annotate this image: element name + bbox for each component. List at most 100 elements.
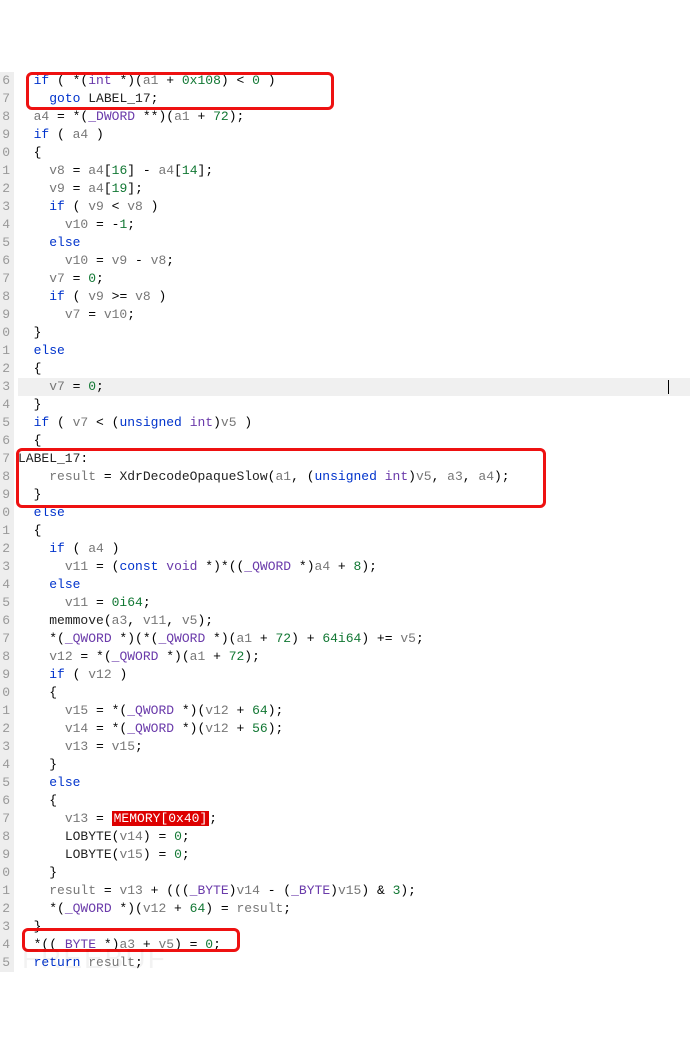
code-line[interactable]: v15 = *(_QWORD *)(v12 + 64); [18,702,690,720]
code-line[interactable]: if ( a4 ) [18,126,690,144]
code-line[interactable]: v7 = v10; [18,306,690,324]
code-line[interactable]: v10 = v9 - v8; [18,252,690,270]
token-p [18,289,49,304]
code-line[interactable]: a4 = *(_DWORD **)(a1 + 72); [18,108,690,126]
line-number: 5 [0,594,10,612]
code-line[interactable]: v11 = 0i64; [18,594,690,612]
token-p: ( [104,613,112,628]
code-line[interactable]: *(_QWORD *)(v12 + 64) = result; [18,900,690,918]
token-v: v11 [143,613,166,628]
line-number: 7 [0,810,10,828]
code-line[interactable]: else [18,504,690,522]
code-line[interactable]: LOBYTE(v14) = 0; [18,828,690,846]
code-line[interactable]: v12 = *(_QWORD *)(a1 + 72); [18,648,690,666]
code-line[interactable]: else [18,774,690,792]
code-line[interactable]: if ( v12 ) [18,666,690,684]
token-k: return [34,955,81,970]
token-v: a4 [73,127,89,142]
token-p [18,721,65,736]
code-line[interactable]: *((_BYTE *)a3 + v5) = 0; [18,936,690,954]
line-number: 8 [0,468,10,486]
line-number: 5 [0,414,10,432]
code-line[interactable]: LOBYTE(v15) = 0; [18,846,690,864]
token-k: if [34,127,50,142]
token-p: + [190,109,213,124]
token-p: ( *( [49,73,88,88]
code-line[interactable]: return result; [18,954,690,972]
token-p: + [252,631,275,646]
code-line[interactable]: { [18,684,690,702]
code-line[interactable]: } [18,918,690,936]
token-p: ) = [174,937,205,952]
line-number: 2 [0,180,10,198]
code-line[interactable]: v11 = (const void *)*((_QWORD *)a4 + 8); [18,558,690,576]
code-line[interactable]: result = XdrDecodeOpaqueSlow(a1, (unsign… [18,468,690,486]
token-p: *)*(( [197,559,244,574]
token-p: ) [151,289,167,304]
token-n: 16 [112,163,128,178]
code-line[interactable]: v13 = MEMORY[0x40]; [18,810,690,828]
token-p: [ [104,181,112,196]
token-p: ( [65,541,88,556]
token-k: else [49,577,80,592]
token-p [18,847,65,862]
code-line[interactable]: } [18,486,690,504]
code-line[interactable]: LABEL_17: [18,450,690,468]
token-p: ; [135,739,143,754]
code-line[interactable]: { [18,144,690,162]
token-p: *)( [205,631,236,646]
code-line[interactable]: } [18,396,690,414]
token-p [18,775,49,790]
code-line[interactable]: memmove(a3, v11, v5); [18,612,690,630]
code-line[interactable]: { [18,360,690,378]
line-number: 6 [0,612,10,630]
code-line[interactable]: v14 = *(_QWORD *)(v12 + 56); [18,720,690,738]
token-v: v14 [65,721,88,736]
code-line[interactable]: if ( v9 < v8 ) [18,198,690,216]
line-number: 2 [0,540,10,558]
token-v: v12 [49,649,72,664]
code-line[interactable]: { [18,792,690,810]
code-line[interactable]: v9 = a4[19]; [18,180,690,198]
token-p: *)(*( [112,631,159,646]
code-line[interactable]: goto LABEL_17; [18,90,690,108]
code-line[interactable]: else [18,342,690,360]
code-line[interactable]: else [18,576,690,594]
line-number: 6 [0,432,10,450]
code-line[interactable]: if ( a4 ) [18,540,690,558]
code-line[interactable]: result = v13 + (((_BYTE)v14 - (_BYTE)v15… [18,882,690,900]
code-line[interactable]: else [18,234,690,252]
code-line[interactable]: *(_QWORD *)(*(_QWORD *)(a1 + 72) + 64i64… [18,630,690,648]
token-n: 56 [252,721,268,736]
token-k: else [49,235,80,250]
token-p: + [166,901,189,916]
code-line[interactable]: v8 = a4[16] - a4[14]; [18,162,690,180]
token-v: v11 [65,595,88,610]
line-number: 3 [0,378,10,396]
code-line[interactable]: { [18,522,690,540]
token-v: v11 [65,559,88,574]
token-v: a3 [119,937,135,952]
token-p: ( [49,127,72,142]
token-p: *(( [18,937,57,952]
code-line[interactable]: v7 = 0; [18,270,690,288]
code-line[interactable]: v10 = -1; [18,216,690,234]
code-line[interactable]: v13 = v15; [18,738,690,756]
code-line[interactable]: if ( *(int *)(a1 + 0x108) < 0 ) [18,72,690,90]
token-p: { [18,145,41,160]
token-p: = [96,469,119,484]
token-p: , [166,613,182,628]
code-line[interactable]: v7 = 0; [18,378,690,396]
code-line[interactable]: if ( v9 >= v8 ) [18,288,690,306]
code-area[interactable]: if ( *(int *)(a1 + 0x108) < 0 ) goto LAB… [14,72,690,972]
code-line[interactable]: } [18,756,690,774]
code-line[interactable]: } [18,864,690,882]
token-t: _QWORD [65,901,112,916]
token-n: 0 [88,271,96,286]
token-v: a1 [236,631,252,646]
line-number: 1 [0,882,10,900]
line-number: 1 [0,342,10,360]
code-line[interactable]: { [18,432,690,450]
code-line[interactable]: } [18,324,690,342]
code-line[interactable]: if ( v7 < (unsigned int)v5 ) [18,414,690,432]
